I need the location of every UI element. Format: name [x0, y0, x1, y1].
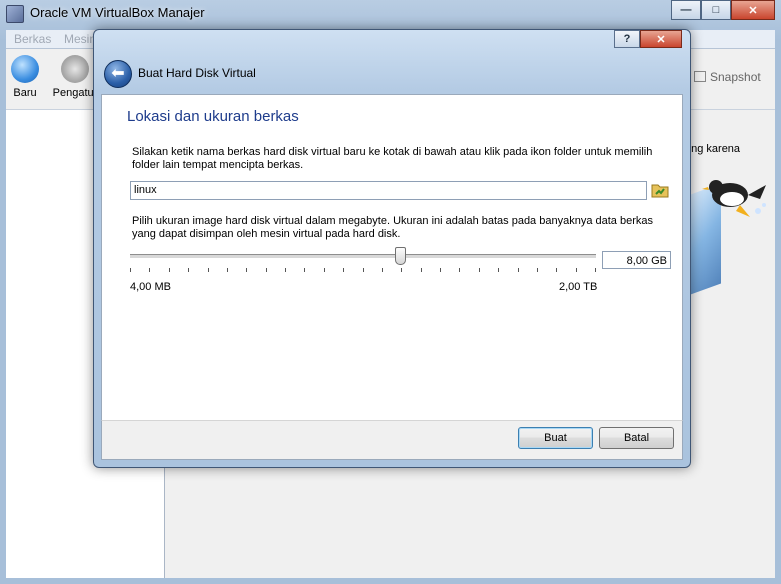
create-button[interactable]: Buat: [518, 427, 593, 449]
page-title: Lokasi dan ukuran berkas: [127, 108, 299, 125]
maximize-button[interactable]: □: [701, 0, 731, 20]
slider-tick: [363, 268, 364, 272]
slider-tick: [421, 268, 422, 272]
help-button[interactable]: ?: [614, 30, 640, 48]
slider-tick: [576, 268, 577, 272]
window-controls: — □ ✕: [671, 0, 775, 20]
slider-tick: [208, 268, 209, 272]
slider-tick: [518, 268, 519, 272]
wizard-page: Lokasi dan ukuran berkas Silakan ketik n…: [101, 94, 683, 422]
slider-tick: [556, 268, 557, 272]
slider-tick: [304, 268, 305, 272]
slider-tick: [285, 268, 286, 272]
welcome-text-fragment: ong karena: [685, 143, 741, 155]
close-button[interactable]: ✕: [731, 0, 775, 20]
slider-tick: [401, 268, 402, 272]
slider-tick: [149, 268, 150, 272]
menu-file[interactable]: Berkas: [14, 32, 51, 46]
slider-tick: [479, 268, 480, 272]
slider-tick: [537, 268, 538, 272]
dialog-footer: Buat Batal: [101, 420, 683, 460]
range-min-label: 4,00 MB: [130, 281, 171, 293]
size-input[interactable]: 8,00 GB: [602, 251, 671, 269]
snapshot-label: Snapshot: [710, 70, 761, 84]
slider-tick: [227, 268, 228, 272]
slider-track: [130, 254, 596, 259]
slider-tick: [266, 268, 267, 272]
snapshot-icon: [694, 71, 706, 82]
slider-tick: [382, 268, 383, 272]
gear-icon: [61, 55, 89, 83]
slider-tick: [188, 268, 189, 272]
slider-thumb[interactable]: [395, 247, 406, 265]
slider-tick: [324, 268, 325, 272]
back-button[interactable]: ⬅: [104, 60, 132, 88]
title-bar: Oracle VM VirtualBox Manajer — □ ✕: [0, 0, 781, 28]
slider-tick: [343, 268, 344, 272]
snapshot-tab[interactable]: Snapshot: [694, 70, 761, 84]
dialog-title: Buat Hard Disk Virtual: [138, 66, 256, 80]
new-machine-icon: [11, 55, 39, 83]
new-button-label: Baru: [13, 87, 37, 99]
location-description: Silakan ketik nama berkas hard disk virt…: [132, 146, 653, 171]
cancel-button[interactable]: Batal: [599, 427, 674, 449]
size-slider[interactable]: [130, 247, 596, 275]
slider-tick: [459, 268, 460, 272]
size-description: Pilih ukuran image hard disk virtual dal…: [132, 215, 653, 240]
window-title: Oracle VM VirtualBox Manajer: [30, 5, 205, 20]
virtualbox-icon: [6, 5, 24, 23]
create-disk-dialog: ? ✕ ⬅ Buat Hard Disk Virtual Lokasi dan …: [93, 29, 691, 468]
folder-icon[interactable]: [651, 182, 669, 198]
dialog-controls: ? ✕: [614, 30, 682, 48]
slider-tick: [169, 268, 170, 272]
slider-tick: [498, 268, 499, 272]
slider-tick: [246, 268, 247, 272]
minimize-button[interactable]: —: [671, 0, 701, 20]
menu-machine[interactable]: Mesin: [64, 32, 96, 46]
slider-tick: [595, 268, 596, 272]
penguin-illustration: [702, 180, 766, 217]
file-name-input[interactable]: linux: [130, 181, 647, 200]
new-button[interactable]: Baru: [10, 55, 40, 99]
slider-tick: [130, 268, 131, 272]
range-max-label: 2,00 TB: [559, 281, 598, 293]
dialog-close-button[interactable]: ✕: [640, 30, 682, 48]
dialog-header: ⬅ Buat Hard Disk Virtual: [102, 58, 680, 94]
slider-tick: [440, 268, 441, 272]
